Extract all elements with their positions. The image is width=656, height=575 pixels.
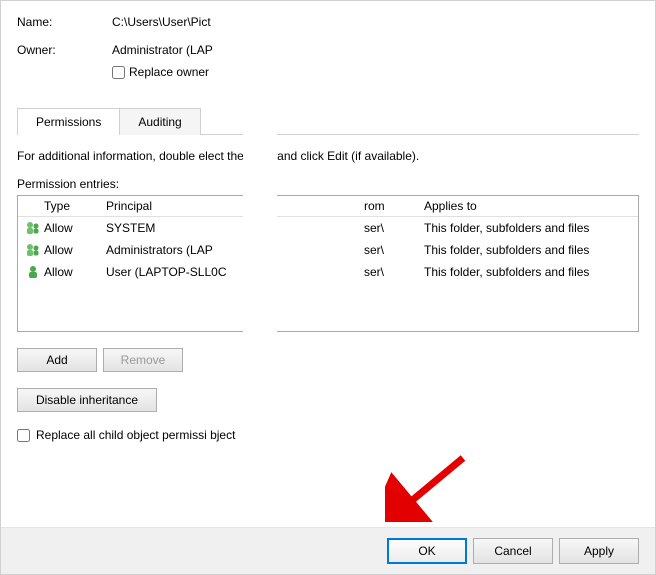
table-row[interactable]: Allow Administrators (LAP ser\ This fold… [18,239,638,261]
remove-button[interactable]: Remove [103,348,183,372]
col-type: Type [44,199,106,213]
permission-entries-label: Permission entries: [17,177,639,191]
col-applies: Applies to [424,199,634,213]
table-row[interactable]: Allow User (LAPTOP-SLL0C ser\ This folde… [18,261,638,283]
col-principal: Principal [106,199,364,213]
users-icon [22,220,44,236]
disable-inheritance-button[interactable]: Disable inheritance [17,388,157,412]
name-value: C:\Users\User\Pict [112,15,639,29]
replace-owner-label: Replace owner [129,65,209,79]
name-label: Name: [17,15,112,29]
cancel-button[interactable]: Cancel [473,538,553,564]
replace-child-label: Replace all child object permissi bject [36,428,235,442]
table-row[interactable]: Allow SYSTEM ser\ This folder, subfolder… [18,217,638,239]
apply-button[interactable]: Apply [559,538,639,564]
owner-value: Administrator (LAP [112,43,213,57]
col-from: rom [364,199,424,213]
dialog-footer: OK Cancel Apply [1,527,655,574]
permission-entries-table[interactable]: Type Principal rom Applies to Allow SYST… [17,195,639,332]
instruction-text: For additional information, double elect… [17,149,639,163]
add-button[interactable]: Add [17,348,97,372]
replace-owner-checkbox[interactable] [112,66,125,79]
replace-child-checkbox[interactable] [17,429,30,442]
annotation-arrow-icon [385,452,475,522]
ok-button[interactable]: OK [387,538,467,564]
users-icon [22,242,44,258]
user-icon [22,264,44,280]
tab-permissions[interactable]: Permissions [17,108,120,135]
owner-label: Owner: [17,43,112,57]
table-header: Type Principal rom Applies to [18,196,638,217]
tab-auditing[interactable]: Auditing [119,108,200,135]
tabs: Permissions Auditing [17,107,639,135]
